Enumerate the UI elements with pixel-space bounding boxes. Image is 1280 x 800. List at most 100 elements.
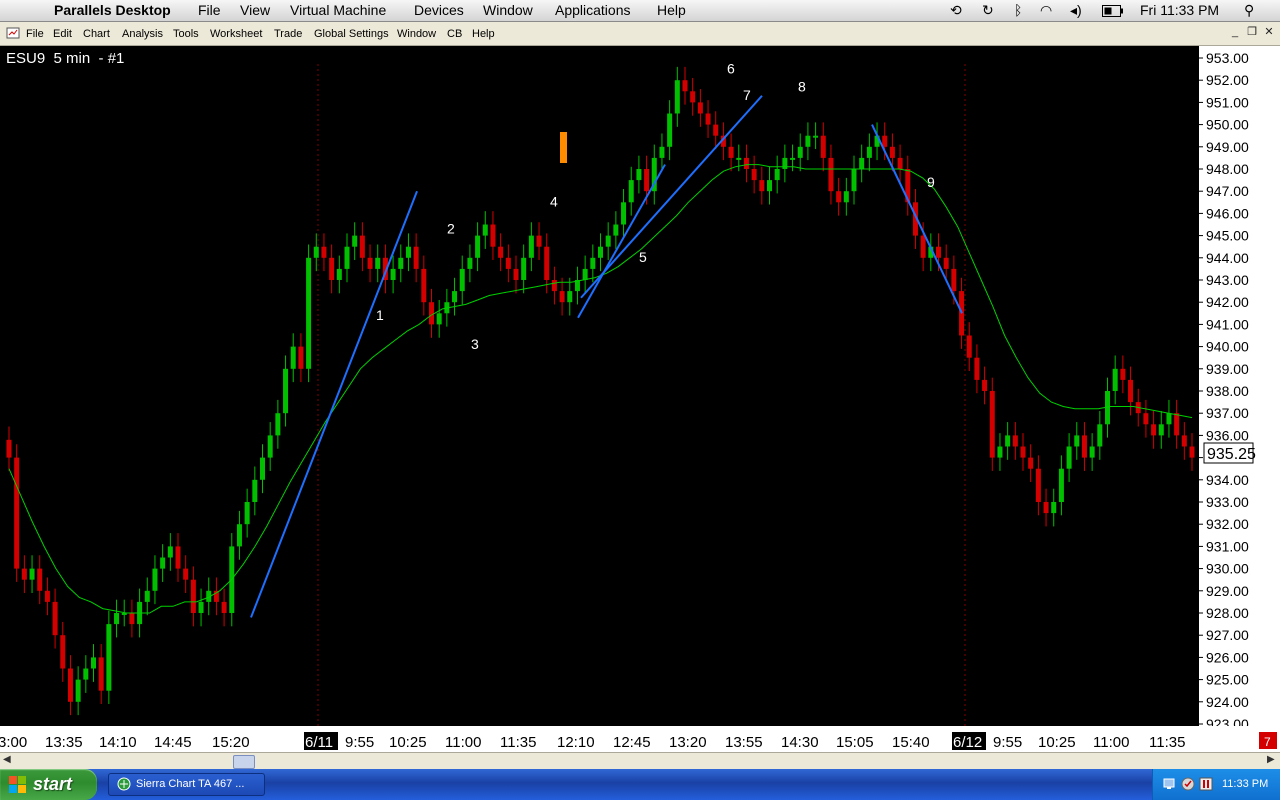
candle-body [290, 346, 296, 369]
mac-menu-virtual-machine[interactable]: Virtual Machine [290, 2, 386, 18]
price-tick-label: 930.00 [1206, 561, 1249, 577]
mac-menu-view[interactable]: View [240, 2, 270, 18]
sync-icon[interactable]: ↻ [982, 2, 994, 19]
candle-body [559, 291, 565, 303]
menu-chart[interactable]: Chart [83, 28, 110, 40]
candle-body [828, 157, 834, 192]
candle-body [1158, 424, 1164, 436]
menu-analysis[interactable]: Analysis [122, 28, 163, 40]
tray-security-icon[interactable] [1181, 777, 1195, 794]
time-tick-label: 11:00 [445, 734, 481, 751]
mac-menu-devices[interactable]: Devices [414, 2, 464, 18]
menu-cb[interactable]: CB [447, 28, 462, 40]
candle-body [636, 169, 642, 181]
candle-body [521, 257, 527, 280]
wave-label: 5 [639, 249, 647, 265]
close-button[interactable]: ✕ [1262, 26, 1276, 39]
candle-body [851, 169, 857, 192]
price-tick-label: 938.00 [1206, 383, 1249, 399]
spotlight-icon[interactable]: ⚲ [1244, 2, 1254, 19]
candle-body [6, 439, 12, 458]
candle-body [329, 257, 335, 280]
candle-body [713, 124, 719, 136]
candle-body [920, 235, 926, 258]
candle-body [436, 313, 442, 325]
time-tick-label: 14:30 [781, 734, 819, 751]
candle-body [459, 268, 465, 292]
menu-window[interactable]: Window [397, 28, 436, 40]
time-machine-icon[interactable]: ⟲ [950, 2, 962, 19]
taskbar-clock: 11:33 PM [1222, 778, 1269, 790]
tray-parallels-icon[interactable] [1199, 777, 1213, 794]
candle-body [1058, 468, 1064, 502]
candle-body [621, 202, 627, 225]
volume-icon[interactable]: ◂) [1070, 2, 1082, 19]
price-tick-label: 924.00 [1206, 694, 1249, 710]
menu-help[interactable]: Help [472, 28, 495, 40]
mac-menu-file[interactable]: File [198, 2, 221, 18]
candle-body [997, 446, 1003, 458]
scroll-left-arrow-icon[interactable]: ◀ [3, 754, 11, 765]
price-tick-label: 945.00 [1206, 228, 1249, 244]
candle-body [482, 224, 488, 236]
candle-body [244, 502, 250, 525]
candle-body [728, 146, 734, 158]
time-axis-labels: 3:00 13:35 14:10 14:45 15:20 6/11 9:55 10:25 11:… [0, 732, 1185, 751]
candle-body [866, 146, 872, 158]
candle-body [843, 191, 849, 203]
candle-body [1081, 435, 1087, 458]
candle-body [590, 257, 596, 269]
mac-menu-help[interactable]: Help [657, 2, 686, 18]
candle-body [1005, 435, 1011, 447]
battery-icon[interactable] [1102, 4, 1124, 20]
mac-menu-window[interactable]: Window [483, 2, 533, 18]
time-tick-label: 9:55 [993, 734, 1022, 751]
minimize-button[interactable]: _ [1228, 26, 1242, 39]
price-tick-label: 926.00 [1206, 649, 1249, 665]
restore-button[interactable]: ❐ [1245, 26, 1259, 39]
time-tick-label: 3:00 [0, 734, 27, 751]
candle-body [1112, 368, 1118, 391]
candle-body [820, 135, 826, 158]
menu-tools[interactable]: Tools [173, 28, 199, 40]
candle-body [283, 368, 289, 414]
candle-body [674, 80, 680, 114]
wifi-icon[interactable]: ◠ [1040, 2, 1052, 19]
app-name-menu[interactable]: Parallels Desktop [54, 2, 171, 18]
menu-edit[interactable]: Edit [53, 28, 72, 40]
taskbar-item-sierra-chart[interactable]: Sierra Chart TA 467 ... [108, 773, 265, 796]
price-tick-label: 943.00 [1206, 272, 1249, 288]
mac-menu-applications[interactable]: Applications [555, 2, 631, 18]
start-button[interactable]: start [0, 769, 97, 800]
candlestick-chart[interactable]: 123456789 953.00952.00951.00950.00949.00… [0, 46, 1280, 752]
system-tray: 11:33 PM [1152, 769, 1280, 800]
candle-body [1028, 457, 1034, 469]
scroll-right-arrow-icon[interactable]: ▶ [1267, 754, 1275, 765]
candle-body [60, 635, 66, 669]
mac-clock[interactable]: Fri 11:33 PM [1140, 2, 1219, 18]
candle-body [528, 235, 534, 258]
candle-body [1181, 435, 1187, 447]
scroll-thumb[interactable] [233, 755, 255, 769]
candle-body [897, 157, 903, 169]
candle-body [790, 157, 796, 160]
candle-body [498, 246, 504, 258]
menu-trade[interactable]: Trade [274, 28, 302, 40]
price-tick-label: 931.00 [1206, 538, 1249, 554]
candle-body [613, 224, 619, 236]
candle-body [167, 546, 173, 558]
tray-network-icon[interactable] [1163, 777, 1177, 794]
menu-global-settings[interactable]: Global Settings [314, 28, 389, 40]
candle-body [452, 291, 458, 303]
candle-body [951, 268, 957, 292]
candle-body [536, 235, 542, 247]
candle-body [260, 457, 265, 480]
horizontal-scrollbar[interactable]: ◀ ▶ [0, 752, 1280, 769]
app-doc-icon[interactable] [6, 27, 20, 42]
menu-file[interactable]: File [26, 28, 44, 40]
menu-worksheet[interactable]: Worksheet [210, 28, 262, 40]
price-tick-label: 947.00 [1206, 183, 1249, 199]
candle-body [267, 435, 273, 458]
bluetooth-icon[interactable]: ᛒ [1014, 2, 1022, 18]
chart-area[interactable]: 123456789 953.00 952.00 951.00 950.00 949.00… [0, 46, 1280, 754]
